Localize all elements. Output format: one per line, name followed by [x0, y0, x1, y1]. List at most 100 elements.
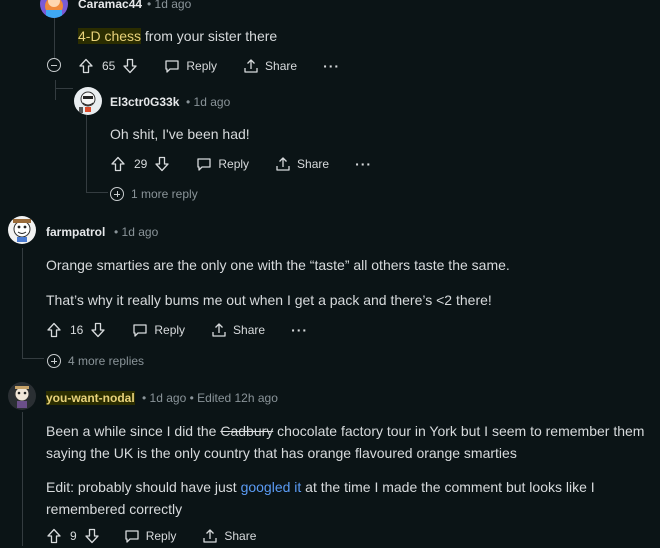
- upvote-icon: [47, 322, 61, 338]
- body-text: chocolate factory tour in York but I see…: [273, 423, 645, 439]
- timestamp[interactable]: 1d ago: [155, 0, 192, 11]
- share-label: Share: [265, 59, 298, 73]
- upvote-icon: [79, 58, 93, 74]
- more-replies-label: 4 more replies: [68, 354, 145, 368]
- downvote-button[interactable]: [90, 322, 106, 338]
- plus-circle-icon: [47, 354, 61, 368]
- timestamp[interactable]: 1d ago: [194, 95, 231, 109]
- vote-count: 65: [102, 59, 116, 73]
- reply-label: Reply: [218, 157, 250, 171]
- share-button[interactable]: Share: [211, 322, 265, 338]
- comment-meta: • 1d ago: [114, 225, 158, 239]
- comment-icon: [133, 324, 148, 337]
- avatar[interactable]: [8, 382, 36, 410]
- vote-count: 9: [70, 529, 77, 543]
- share-label: Share: [224, 529, 257, 543]
- more-replies-label: 1 more reply: [131, 187, 198, 201]
- username[interactable]: Caramac44: [78, 0, 142, 11]
- thread-line: [55, 80, 56, 100]
- username[interactable]: El3ctr0G33k: [110, 95, 179, 109]
- reply-button[interactable]: Reply: [196, 156, 249, 172]
- share-icon: [244, 59, 258, 73]
- thread-line: [54, 14, 55, 58]
- comment-icon: [197, 158, 212, 171]
- comment-paragraph: That’s why it really bums me out when I …: [46, 292, 492, 308]
- share-icon: [203, 529, 218, 543]
- timestamp[interactable]: 1d ago: [150, 391, 187, 405]
- upvote-button[interactable]: [46, 322, 62, 338]
- share-button[interactable]: Share: [243, 58, 297, 74]
- downvote-button[interactable]: [154, 156, 170, 172]
- downvote-button[interactable]: [84, 528, 100, 544]
- reply-label: Reply: [145, 529, 177, 543]
- comment-actions: 9 Reply Share: [46, 524, 256, 548]
- comment-actions: 65 Reply Share ···: [78, 54, 340, 78]
- share-button[interactable]: Share: [202, 528, 256, 544]
- upvote-icon: [47, 528, 61, 544]
- upvote-button[interactable]: [78, 58, 94, 74]
- upvote-button[interactable]: [110, 156, 126, 172]
- upvote-button[interactable]: [46, 528, 62, 544]
- highlighted-text: 4-D chess: [78, 28, 142, 44]
- comment-actions: 16 Reply Share ···: [46, 318, 308, 342]
- body-text: remembered correctly: [46, 501, 183, 517]
- comment-meta: • 1d ago • Edited 12h ago: [142, 391, 278, 405]
- comment-meta: • 1d ago: [186, 95, 230, 109]
- thread-line: [22, 248, 23, 358]
- more-replies-button[interactable]: 4 more replies: [47, 354, 144, 368]
- comment-icon: [125, 530, 139, 543]
- share-label: Share: [233, 323, 266, 337]
- comment-meta: • 1d ago: [147, 0, 191, 11]
- thread-line-elbow: [55, 88, 73, 89]
- separator-dot: •: [189, 391, 194, 405]
- thread-line: [86, 108, 87, 192]
- reply-label: Reply: [186, 59, 218, 73]
- more-options-button[interactable]: ···: [323, 59, 340, 73]
- reply-button[interactable]: Reply: [124, 528, 177, 544]
- share-icon: [212, 323, 226, 337]
- separator-dot: •: [186, 95, 191, 109]
- thread-line-elbow: [22, 358, 44, 359]
- separator-dot: •: [142, 391, 147, 405]
- edited-label: Edited 12h ago: [197, 391, 278, 405]
- comment-paragraph: Edit: probably should have just googled …: [46, 476, 595, 520]
- thread-line-elbow: [86, 192, 108, 193]
- thread-line: [22, 412, 23, 546]
- comment-body: Oh shit, I've been had!: [110, 126, 250, 142]
- avatar[interactable]: [74, 87, 102, 115]
- downvote-button[interactable]: [122, 58, 138, 74]
- username[interactable]: you-want-nodal: [46, 391, 135, 405]
- comment-paragraph: Been a while since I did the Cadbury cho…: [46, 420, 644, 464]
- separator-dot: •: [114, 225, 119, 239]
- more-options-button[interactable]: ···: [291, 323, 308, 337]
- downvote-icon: [155, 156, 170, 172]
- share-icon: [276, 157, 290, 171]
- collapse-thread-button[interactable]: [47, 58, 61, 72]
- upvote-icon: [111, 156, 125, 172]
- comment-paragraph: Orange smarties are the only one with th…: [46, 257, 510, 273]
- timestamp[interactable]: 1d ago: [122, 225, 159, 239]
- share-button[interactable]: Share: [275, 156, 329, 172]
- body-text: at the time I made the comment but looks…: [301, 479, 595, 495]
- body-text: Been a while since I did the: [46, 423, 221, 439]
- downvote-icon: [91, 322, 106, 338]
- share-label: Share: [297, 157, 330, 171]
- downvote-icon: [123, 58, 138, 74]
- vote-count: 29: [134, 157, 148, 171]
- body-text: saying the UK is the only country that h…: [46, 445, 517, 461]
- more-options-button[interactable]: ···: [355, 157, 372, 171]
- reply-button[interactable]: Reply: [164, 58, 217, 74]
- plus-circle-icon: [110, 187, 124, 201]
- comment-actions: 29 Reply Share ···: [110, 152, 372, 176]
- body-text: from your sister there: [141, 28, 278, 44]
- avatar[interactable]: [8, 216, 36, 244]
- more-replies-button[interactable]: 1 more reply: [110, 187, 198, 201]
- downvote-icon: [85, 528, 99, 544]
- username[interactable]: farmpatrol: [46, 225, 105, 239]
- comment-icon: [165, 60, 180, 73]
- comment-body: 4-D chess from your sister there: [78, 25, 277, 47]
- googled-it-link[interactable]: googled it: [241, 479, 302, 495]
- reply-button[interactable]: Reply: [132, 322, 185, 338]
- avatar[interactable]: [40, 0, 68, 18]
- reply-label: Reply: [154, 323, 186, 337]
